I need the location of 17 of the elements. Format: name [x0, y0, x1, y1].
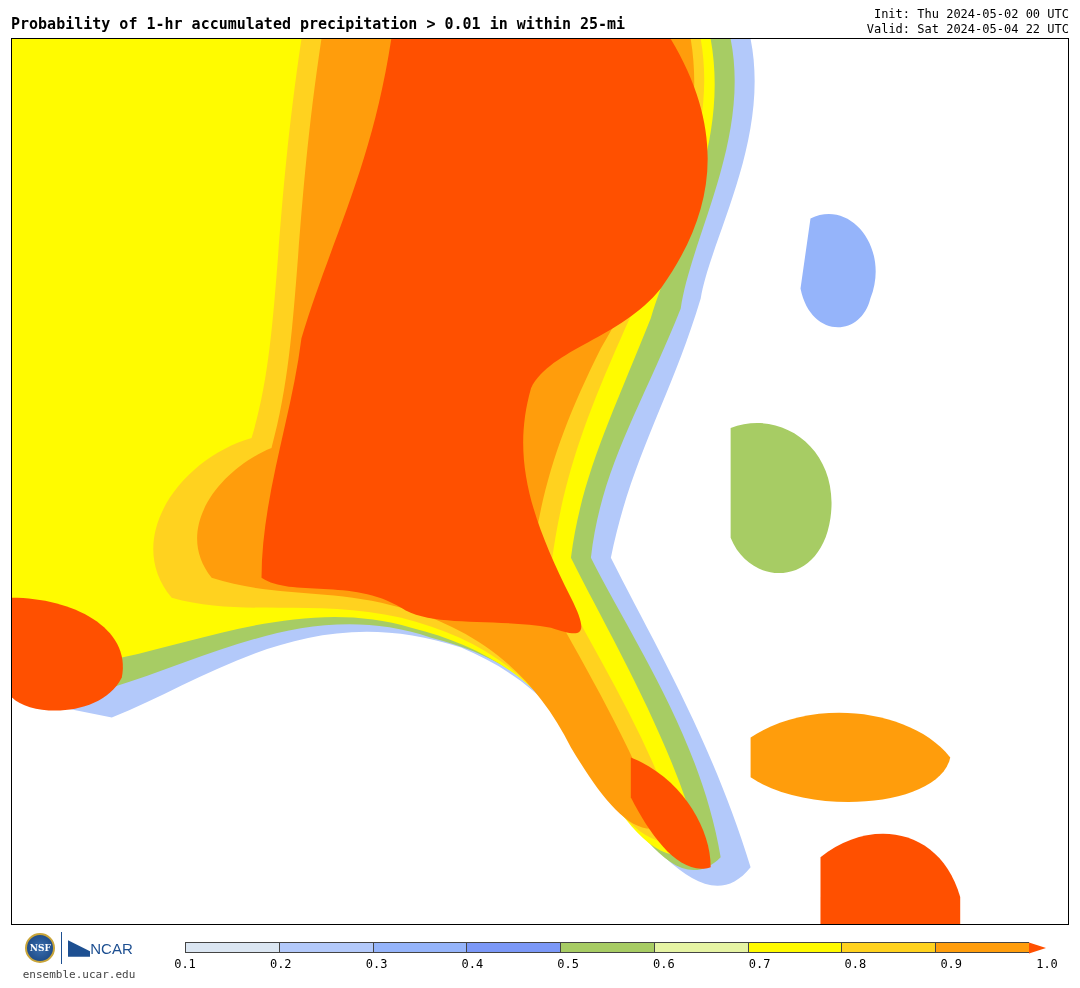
- colorbar-tick-label: 0.3: [365, 957, 388, 971]
- website-url: ensemble.ucar.edu: [22, 968, 136, 981]
- colorbar-tick-label: 0.4: [461, 957, 484, 971]
- valid-time: Valid: Sat 2024-05-04 22 UTC: [866, 22, 1069, 37]
- ncar-logo-icon: [68, 939, 91, 957]
- chart-title: Probability of 1-hr accumulated precipitation > 0.01 in within 25-mi: [11, 15, 626, 35]
- colorbar-tick-label: 0.8: [844, 957, 867, 971]
- nsf-logo: NSF: [25, 933, 56, 963]
- colorbar-tick-label: 0.7: [748, 957, 771, 971]
- colorbar-tick-label: 0.9: [940, 957, 963, 971]
- colorbar-tick-label: 0.5: [557, 957, 579, 971]
- colorbar-tick-label: 0.2: [269, 957, 292, 971]
- init-time: Init: Thu 2024-05-02 00 UTC: [873, 7, 1069, 22]
- colorbar-tick-label: 1.0: [1036, 957, 1058, 971]
- colorbar-tick-label: 0.6: [653, 957, 675, 971]
- ncar-logo: NCAR: [90, 939, 133, 957]
- colorbar-tick-label: 0.1: [174, 957, 196, 971]
